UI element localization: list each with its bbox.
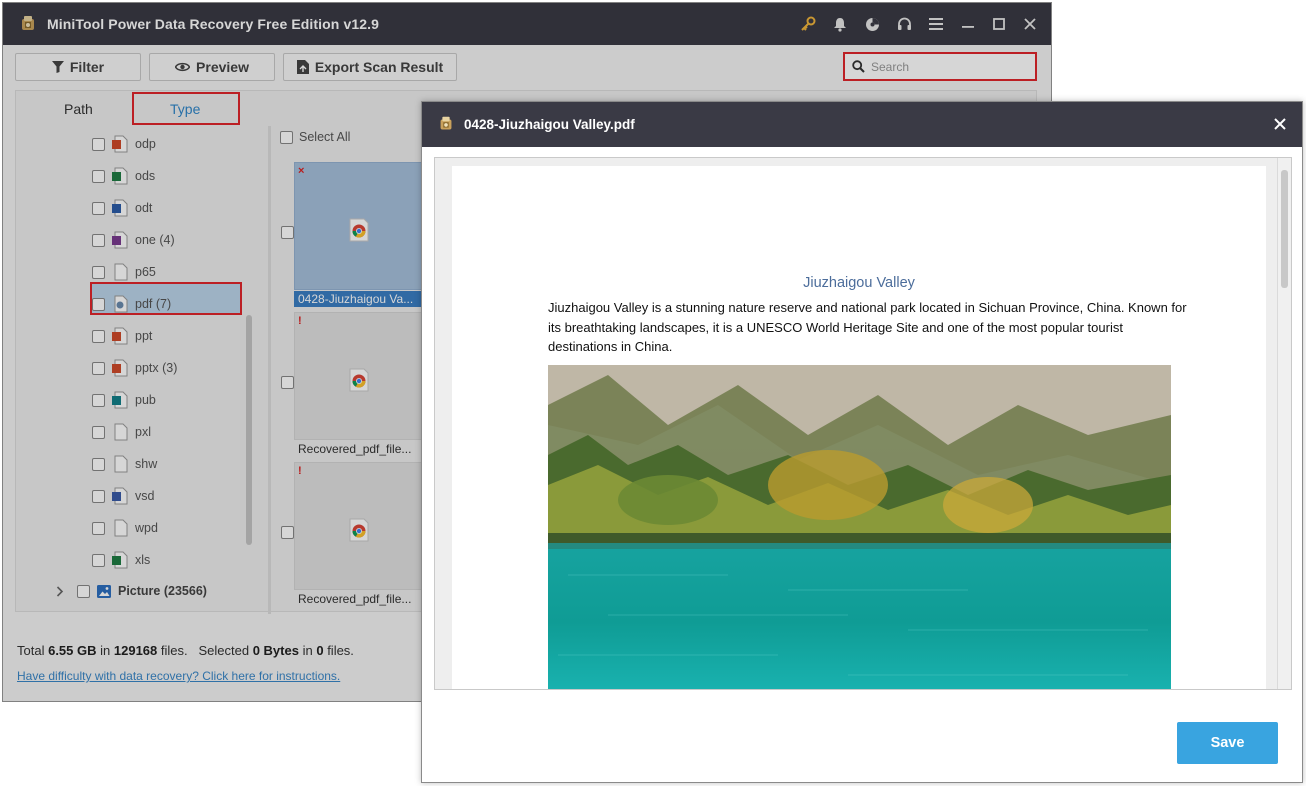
- pdf-page: Jiuzhaigou Valley Jiuzhaigou Valley is a…: [452, 166, 1266, 689]
- preview-scrollbar[interactable]: [1277, 158, 1291, 689]
- preview-title-bar: 0428-Jiuzhaigou Valley.pdf: [422, 102, 1302, 147]
- save-button[interactable]: Save: [1177, 722, 1278, 764]
- close-icon[interactable]: [1272, 116, 1288, 132]
- preview-scrollbar-thumb[interactable]: [1281, 170, 1288, 288]
- preview-footer: Save: [422, 699, 1302, 782]
- app-logo-icon: [440, 116, 452, 130]
- preview-title: 0428-Jiuzhaigou Valley.pdf: [464, 117, 635, 132]
- landscape-photo: [548, 365, 1171, 689]
- preview-dialog: 0428-Jiuzhaigou Valley.pdf Jiuzhaigou Va…: [421, 101, 1303, 783]
- document-heading: Jiuzhaigou Valley: [803, 275, 915, 291]
- document-viewer: Jiuzhaigou Valley Jiuzhaigou Valley is a…: [434, 157, 1292, 690]
- document-paragraph: Jiuzhaigou Valley is a stunning nature r…: [548, 300, 1187, 354]
- screen: MiniTool Power Data Recovery Free Editio…: [0, 0, 1306, 786]
